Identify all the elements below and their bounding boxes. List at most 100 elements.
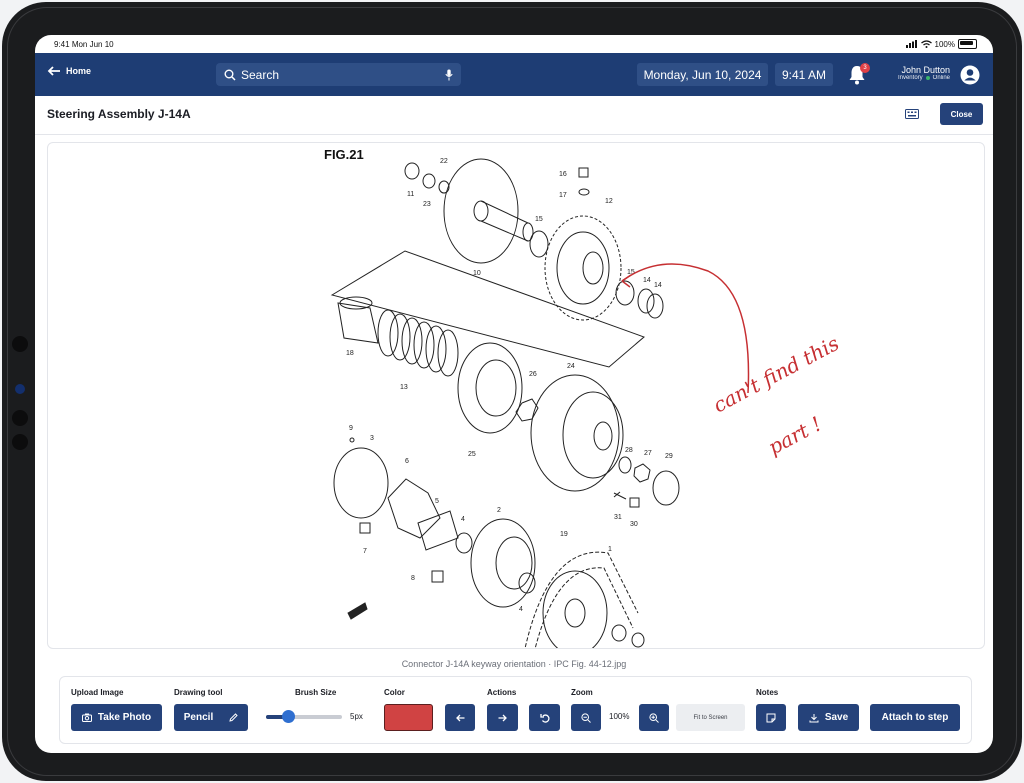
part-pulley <box>470 518 536 608</box>
upload-label: Upload Image <box>71 688 124 697</box>
close-button[interactable]: Close <box>940 103 983 125</box>
part-nut <box>633 463 651 483</box>
online-dot <box>925 76 930 80</box>
zoom-out-button[interactable] <box>571 704 601 731</box>
slider-thumb[interactable] <box>281 710 295 723</box>
part-number: 11 <box>407 191 414 198</box>
part-number: 30 <box>630 521 638 528</box>
arrow-right-icon <box>498 714 507 721</box>
brush-size-slider[interactable] <box>266 710 342 723</box>
top-navbar: Home Search Monday, Jun 10, 2024 9:41 AM… <box>35 53 993 96</box>
part-bushing-top <box>339 296 373 310</box>
wifi-icon <box>920 40 932 48</box>
assembly-plane <box>330 250 645 368</box>
part-number: 13 <box>400 384 408 391</box>
drawing-tool-label: Drawing tool <box>174 688 223 697</box>
keyboard-icon[interactable] <box>905 109 919 119</box>
part-fan-hub <box>564 598 586 628</box>
hardware-button <box>12 434 28 450</box>
part-slider <box>359 522 371 534</box>
home-button[interactable]: Home <box>47 66 91 76</box>
arrow-left-button[interactable] <box>445 704 475 731</box>
part-spacer <box>629 497 640 508</box>
part-plate <box>333 447 389 519</box>
color-swatch[interactable] <box>384 704 433 731</box>
part-ring <box>529 230 549 258</box>
part-number: 6 <box>405 458 409 465</box>
front-indicator <box>347 602 368 620</box>
brush-size-value: 5px <box>350 712 363 721</box>
arrow-right-button[interactable] <box>487 704 518 731</box>
part-roller <box>431 570 444 583</box>
pencil-label: Pencil <box>183 712 214 723</box>
notes-label: Notes <box>756 688 779 697</box>
hardware-button <box>12 336 28 352</box>
part-ramp-plate <box>387 478 441 539</box>
mic-icon[interactable] <box>445 69 453 81</box>
pencil-tool-button[interactable]: Pencil <box>174 704 248 731</box>
hardware-button <box>12 410 28 426</box>
back-arrow-icon <box>47 66 60 76</box>
fig-label: FIG.21 <box>324 147 364 162</box>
part-number: 25 <box>468 451 476 458</box>
date-display: Monday, Jun 10, 2024 <box>637 63 768 86</box>
camera-lens <box>15 384 25 394</box>
note-icon <box>766 713 776 722</box>
undo-icon <box>539 713 550 723</box>
part-washer <box>631 632 645 648</box>
fit-to-screen-button[interactable]: Fit to Screen <box>676 704 745 731</box>
drawing-canvas[interactable]: FIG.21 11 22 23 10 16 17 12 15 15 14 14 … <box>47 142 985 649</box>
user-icon[interactable] <box>960 65 980 85</box>
part-number: 19 <box>560 531 568 538</box>
attach-to-step-button[interactable]: Attach to step <box>870 704 960 731</box>
part-number: 28 <box>625 447 633 454</box>
tablet-frame: 9:41 Mon Jun 10 100% Home Search Monday,… <box>2 2 1022 781</box>
part-number: 12 <box>605 198 613 205</box>
pencil-annotation[interactable]: can't find this part ! <box>621 263 843 460</box>
search-input[interactable]: Search <box>241 68 279 82</box>
status-date: Mon Jun 10 <box>71 40 114 49</box>
part-number: 8 <box>411 575 415 582</box>
user-status-line: Inventory Online <box>878 75 950 81</box>
part-drum-inner <box>562 391 624 479</box>
annotation-text-line2: part ! <box>764 412 825 460</box>
part-ring <box>652 470 680 506</box>
notifications-button[interactable]: 3 <box>848 63 870 85</box>
user-info[interactable]: John Dutton Inventory Online <box>878 65 950 81</box>
part-number: 24 <box>567 363 575 370</box>
part-clutch-inner <box>475 359 517 417</box>
user-role: Inventory <box>897 75 923 81</box>
battery-icon <box>958 39 977 49</box>
brush-size-label: Brush Size <box>295 688 337 697</box>
part-number: 14 <box>654 282 662 289</box>
exploded-parts-diagram: FIG.21 11 22 23 10 16 17 12 15 15 14 14 … <box>324 147 843 648</box>
battery-percent: 100% <box>934 39 955 49</box>
page-header: Steering Assembly J-14A Close <box>35 96 993 135</box>
undo-button[interactable] <box>529 704 560 731</box>
take-photo-button[interactable]: Take Photo <box>71 704 162 731</box>
zoom-out-icon <box>581 712 591 723</box>
part-ring <box>455 532 473 554</box>
zoom-in-button[interactable] <box>639 704 669 731</box>
note-button[interactable] <box>756 704 786 731</box>
part-number: 17 <box>559 192 567 199</box>
save-label: Save <box>824 712 849 723</box>
part-number: 31 <box>614 514 622 521</box>
time-display: 9:41 AM <box>775 63 833 86</box>
camera-icon <box>81 713 92 722</box>
zoom-label: Zoom <box>571 688 593 697</box>
part-washer <box>618 456 632 474</box>
part-number: 9 <box>349 425 353 432</box>
home-label: Home <box>66 66 92 76</box>
zoom-value: 100% <box>609 712 630 721</box>
part-ring <box>518 572 536 594</box>
part-number: 1 <box>608 546 612 553</box>
part-number: 26 <box>529 371 537 378</box>
part-number: 4 <box>519 606 523 613</box>
status-bar: 9:41 Mon Jun 10 100% <box>35 35 993 53</box>
part-clutch <box>457 342 523 434</box>
search-bar[interactable]: Search <box>216 63 461 86</box>
part-bolt <box>613 491 627 500</box>
save-button[interactable]: Save <box>798 704 859 731</box>
part-number: 5 <box>435 498 439 505</box>
